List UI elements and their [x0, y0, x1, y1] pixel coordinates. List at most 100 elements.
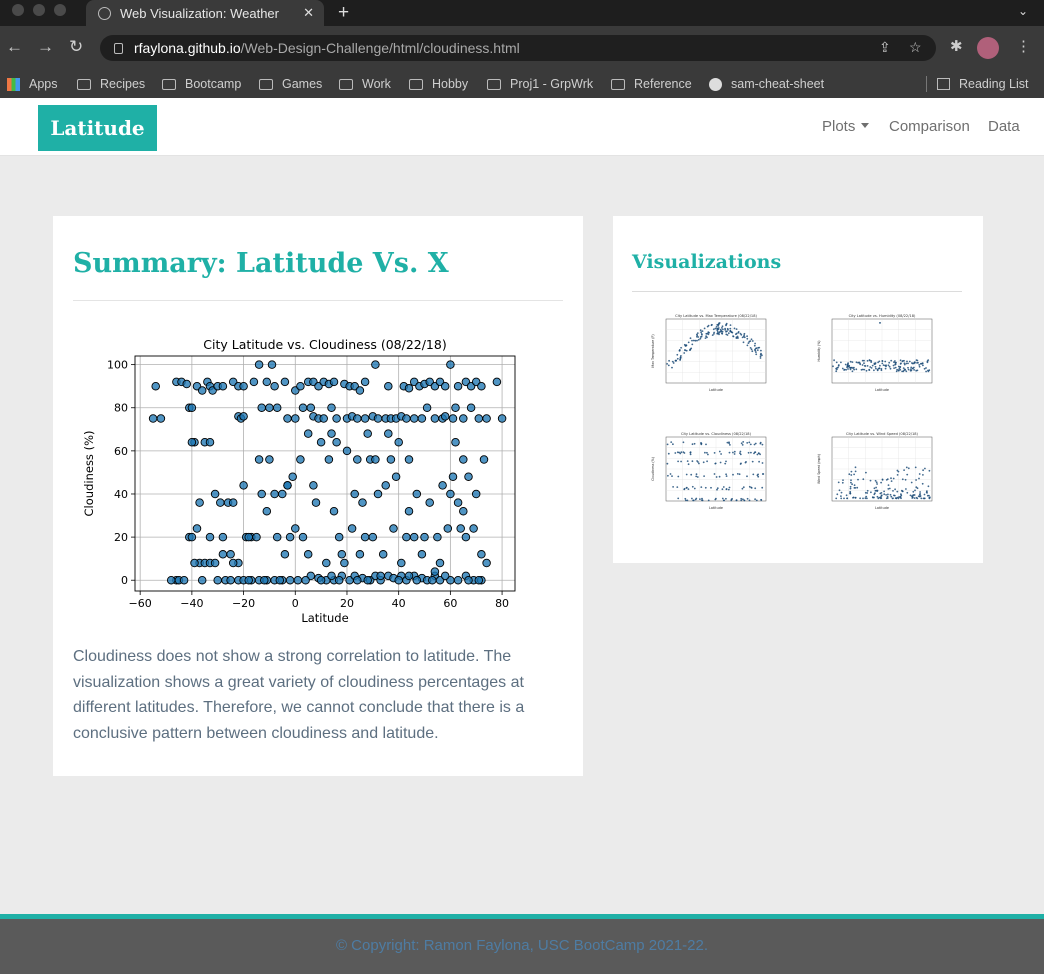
thumbnail-point	[836, 368, 838, 371]
close-icon[interactable]: ✕	[303, 5, 314, 21]
thumbnail-point	[742, 341, 745, 344]
summary-card: Summary: Latitude Vs. X −60 −40 −20 0 20 40 60…	[53, 216, 583, 776]
folder-icon	[409, 78, 423, 90]
thumbnail-point	[761, 486, 764, 489]
thumbnail-cloudiness[interactable]: City Latitude vs. Cloudiness (08/22/18) L…	[648, 430, 773, 516]
data-point	[288, 472, 297, 481]
bookmark-hobby[interactable]: Hobby	[409, 70, 468, 98]
share-icon[interactable]: ⇪	[879, 39, 891, 56]
thumbnail-point	[719, 461, 722, 464]
nav-comparison[interactable]: Comparison	[889, 118, 970, 135]
window-maximize-dot[interactable]	[54, 4, 66, 16]
thumbnail-point	[740, 333, 743, 336]
profile-avatar[interactable]	[977, 37, 999, 59]
brand-logo[interactable]: Latitude	[38, 105, 157, 151]
thumbnail-point	[670, 441, 673, 443]
thumbnail-point	[733, 450, 736, 453]
thumbnail-humidity[interactable]: City Latitude vs. Humidity (08/22/18) Lat…	[814, 312, 939, 398]
thumbnail-point	[854, 470, 857, 473]
thumbnail-point	[835, 361, 838, 364]
chevron-down-icon[interactable]: ⌄	[1018, 4, 1028, 18]
data-point	[404, 384, 414, 393]
thumbnail-point	[759, 355, 762, 358]
reload-icon[interactable]: ↻	[69, 37, 83, 57]
thumbnail-point	[718, 331, 721, 334]
thumbnail-point	[887, 364, 890, 367]
thumbnail-point	[866, 489, 869, 492]
thumbnail-point	[728, 442, 730, 445]
thumbnail-point	[835, 370, 838, 373]
thumbnail-point	[853, 473, 855, 476]
thumbnail-point	[742, 441, 745, 443]
bookmark-games[interactable]: Games	[259, 70, 322, 98]
thumbnail-point	[850, 470, 853, 473]
thumbnail-point	[746, 497, 749, 500]
data-point	[409, 414, 419, 423]
bookmark-work[interactable]: Work	[339, 70, 391, 98]
thumbnail-point	[733, 453, 736, 455]
thumbnail-point	[873, 369, 875, 372]
thumbnail-point	[716, 330, 719, 333]
thumbnail-point	[880, 481, 882, 484]
data-point	[179, 575, 189, 585]
page-title: Summary: Latitude Vs. X	[73, 248, 449, 279]
menu-icon[interactable]: ⋮	[1016, 37, 1031, 55]
data-point	[311, 498, 321, 507]
data-point	[435, 558, 445, 568]
data-point	[296, 381, 305, 391]
thumbnail-point	[910, 481, 913, 484]
thumbnail-temperature[interactable]: City Latitude vs. Max Temperature (08/22…	[648, 312, 773, 398]
thumbnail-point	[696, 339, 698, 342]
extensions-icon[interactable]: ✱	[950, 37, 963, 55]
thumbnail-point	[927, 485, 930, 488]
thumbnail-point	[677, 497, 680, 500]
bookmark-sam-cheat-sheet[interactable]: sam-cheat-sheet	[709, 70, 824, 98]
data-point	[353, 414, 362, 423]
new-tab-icon[interactable]: +	[338, 2, 349, 24]
thumbnail-point	[683, 352, 686, 354]
thumbnail-point	[856, 486, 859, 489]
thumbnail-point	[682, 441, 685, 444]
thumbnail-point	[891, 497, 894, 500]
window-close-dot[interactable]	[12, 4, 24, 16]
thumbnail-point	[685, 487, 688, 489]
browser-tab-bar: Web Visualization: Weather ✕ + ⌄	[0, 0, 1044, 26]
bookmark-recipes[interactable]: Recipes	[77, 70, 145, 98]
data-point	[428, 575, 437, 585]
thumbnail-point	[910, 366, 913, 369]
data-point	[205, 532, 215, 542]
reading-list[interactable]: Reading List	[937, 70, 1029, 98]
bookmark-apps[interactable]: Apps	[7, 70, 58, 98]
thumbnail-point	[875, 486, 877, 489]
thumbnail-point	[918, 473, 921, 475]
plots-dropdown[interactable]: Plots	[822, 118, 870, 135]
thumbnail-point	[746, 337, 749, 340]
data-point	[360, 532, 370, 542]
data-point	[469, 524, 478, 533]
thumbnail-point	[672, 443, 674, 446]
thumbnail-wind-speed[interactable]: City Latitude vs. Wind Speed (08/22/18) L…	[814, 430, 939, 516]
back-icon[interactable]: ←	[6, 37, 23, 57]
browser-tab[interactable]: Web Visualization: Weather ✕	[86, 0, 324, 26]
data-point	[448, 472, 458, 481]
bookmark-proj1[interactable]: Proj1 - GrpWrk	[487, 70, 593, 98]
thumbnail-point	[850, 474, 853, 476]
folder-icon	[487, 78, 501, 90]
thumbnail-point	[692, 499, 695, 502]
thumbnail-point	[851, 483, 853, 486]
data-point	[482, 414, 491, 423]
thumbnail-point	[754, 487, 757, 490]
star-icon[interactable]: ☆	[909, 39, 922, 56]
thumbnail-point	[883, 490, 885, 493]
y-axis-label: Cloudiness (%)	[82, 431, 96, 517]
nav-data[interactable]: Data	[988, 118, 1020, 135]
bookmark-reference[interactable]: Reference	[611, 70, 692, 98]
thumbnail-point	[846, 497, 849, 500]
bookmark-bootcamp[interactable]: Bootcamp	[162, 70, 241, 98]
thumbnail-point	[916, 497, 919, 500]
address-bar[interactable]: rfaylona.github.io/Web-Design-Challenge/…	[100, 35, 936, 61]
data-point	[272, 403, 282, 412]
window-minimize-dot[interactable]	[33, 4, 45, 16]
forward-icon[interactable]: →	[37, 37, 54, 57]
thumbnail-point	[896, 469, 899, 472]
